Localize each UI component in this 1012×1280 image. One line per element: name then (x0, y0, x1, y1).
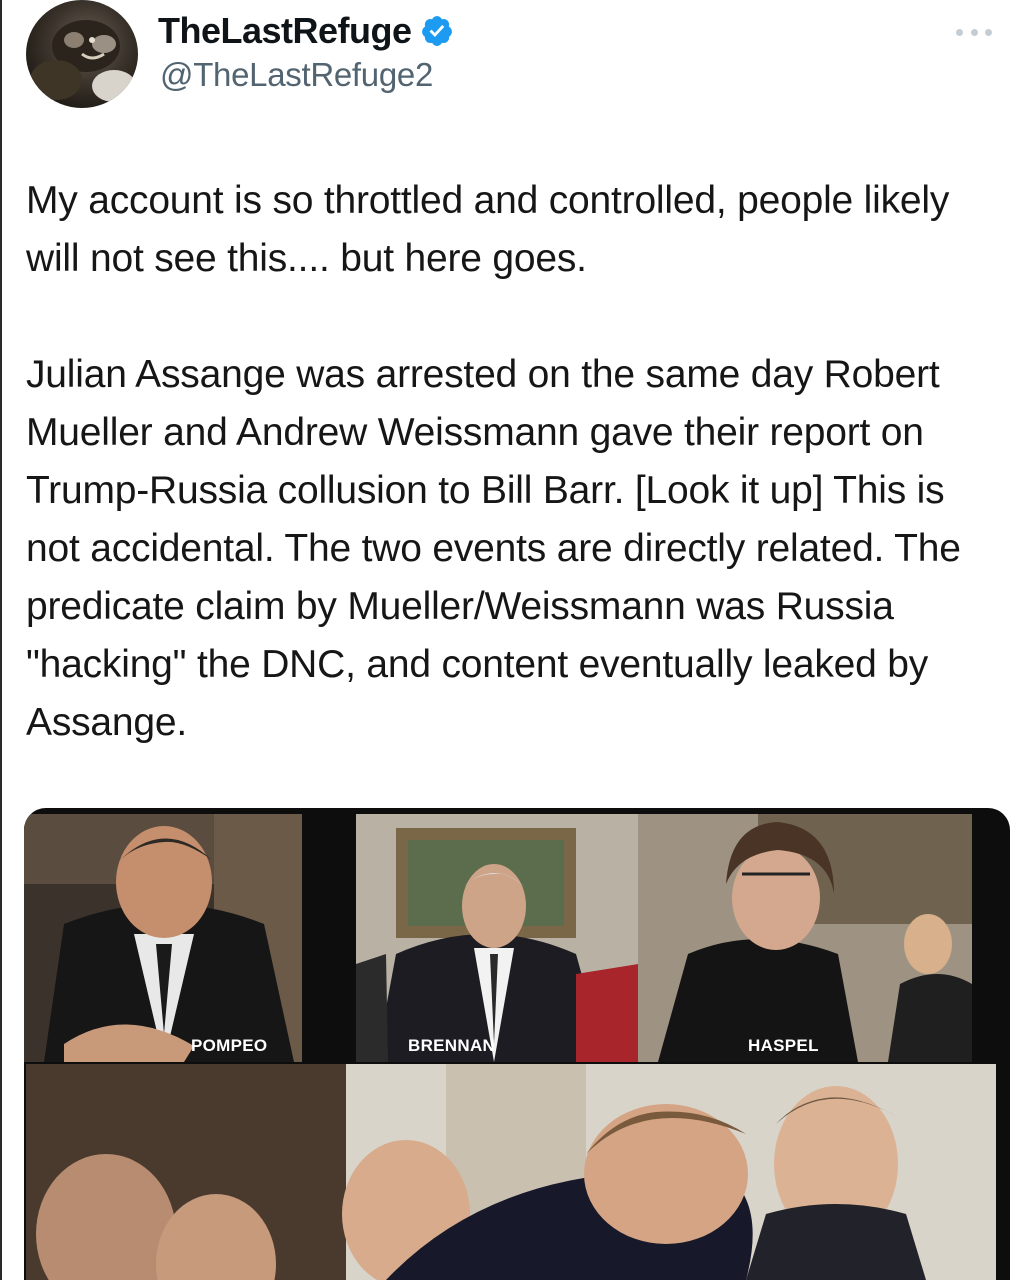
display-name[interactable]: TheLastRefuge (158, 10, 412, 52)
tweet-media[interactable]: POMPEO BRENNAN HASPEL (24, 808, 1010, 1280)
tweet-header: TheLastRefuge @TheLastRefuge2 (24, 0, 994, 120)
avatar-image (30, 20, 136, 102)
tweet-card: TheLastRefuge @TheLastRefuge2 My account… (0, 0, 1012, 1280)
photo-caption: POMPEO (191, 1036, 268, 1055)
media-photo-right: HASPEL (638, 814, 972, 1062)
verified-badge-icon (421, 16, 452, 46)
more-options-icon[interactable] (956, 20, 992, 44)
media-photo-left: POMPEO (24, 814, 302, 1062)
media-photo-middle: BRENNAN (356, 814, 638, 1062)
photo-caption: HASPEL (748, 1036, 819, 1055)
tweet-paragraph: My account is so throttled and controlle… (26, 179, 950, 280)
tweet-paragraph: Julian Assange was arrested on the same … (26, 353, 961, 744)
display-name-row: TheLastRefuge (158, 8, 454, 54)
photo-caption: BRENNAN (408, 1036, 496, 1055)
avatar[interactable] (26, 0, 138, 108)
user-handle[interactable]: @TheLastRefuge2 (160, 56, 433, 94)
media-photo-bottom (26, 1064, 996, 1280)
tweet-text: My account is so throttled and controlle… (26, 172, 996, 752)
